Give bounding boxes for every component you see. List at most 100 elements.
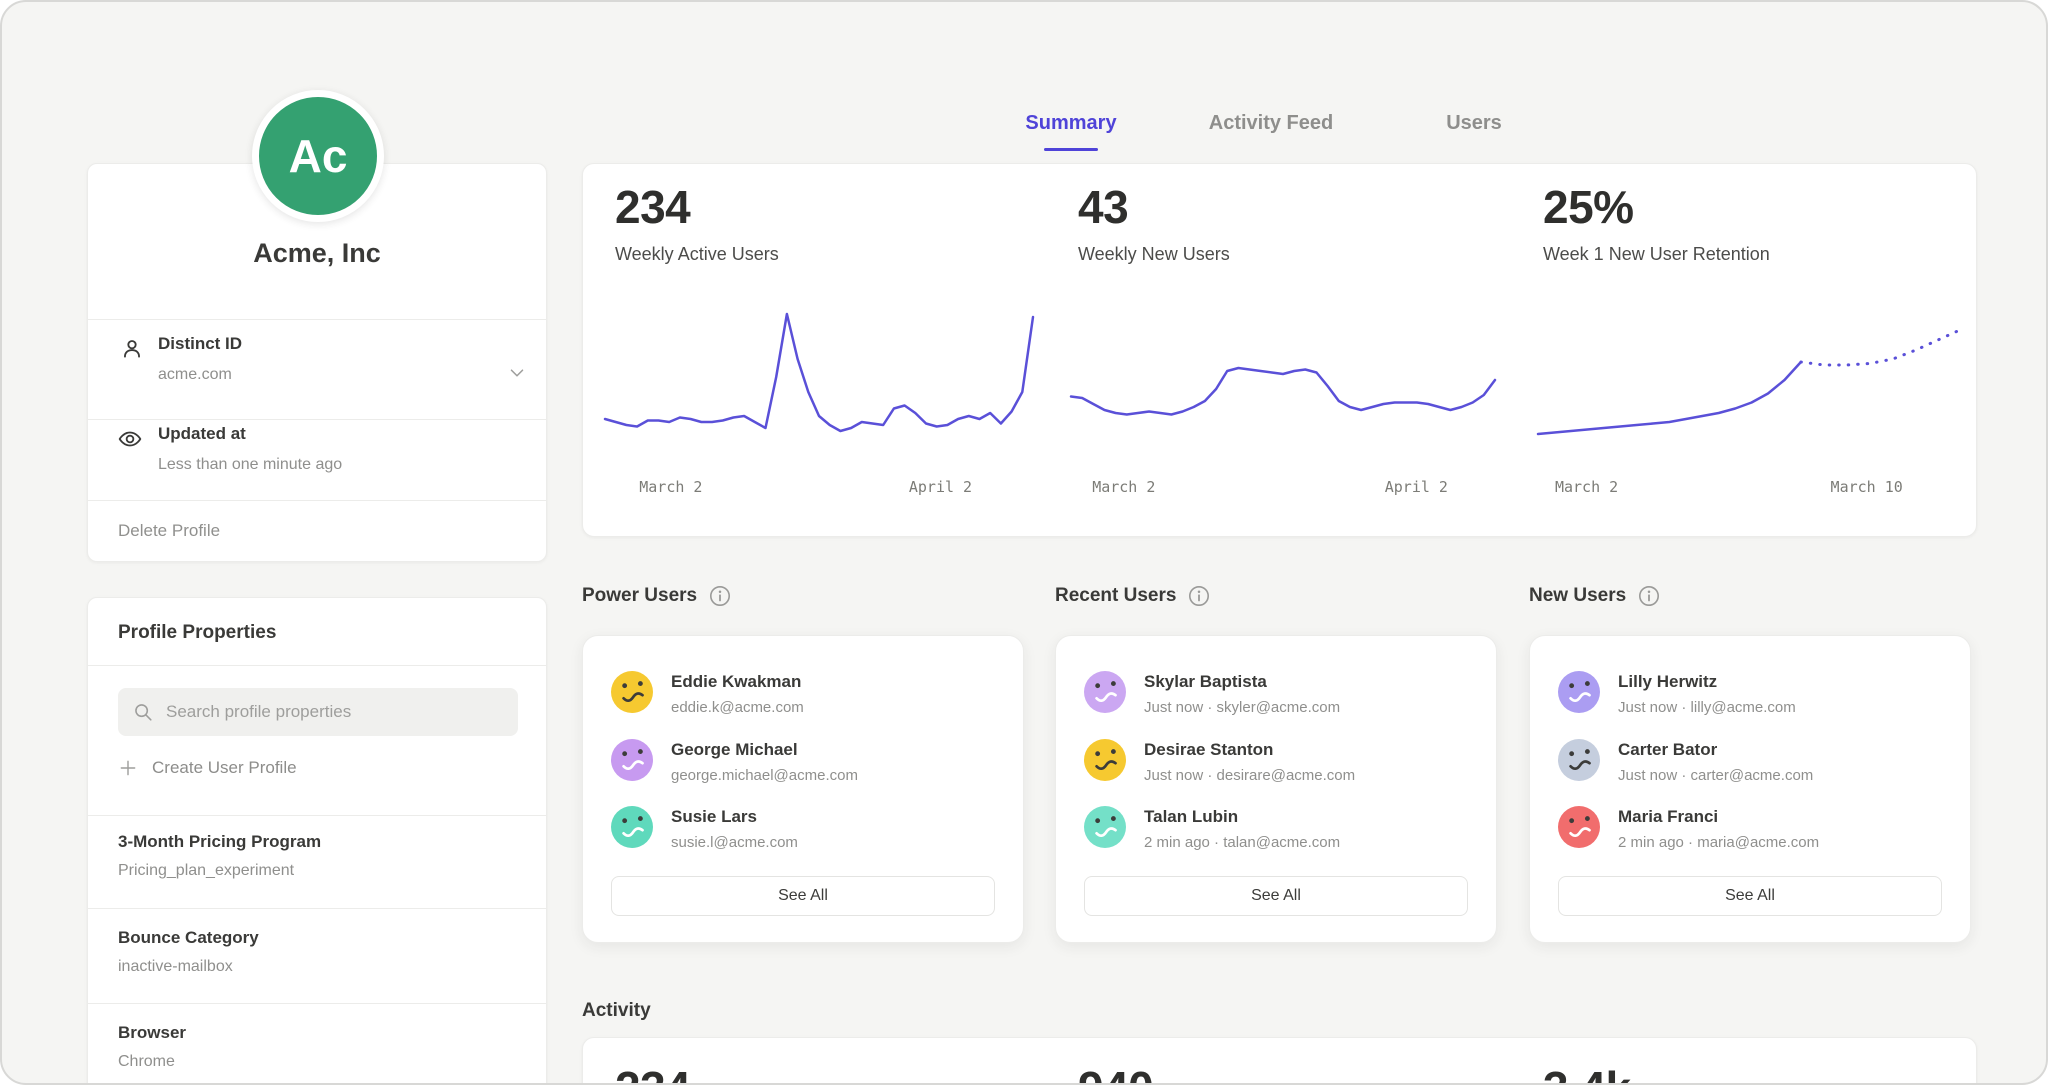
stat-weekly-active-users-label: Weekly Active Users [615, 244, 779, 265]
see-all-button[interactable]: See All [1084, 876, 1468, 916]
avatar [611, 806, 653, 848]
user-name: Eddie Kwakman [671, 672, 801, 692]
person-icon [119, 336, 145, 362]
x-tick: April 2 [1385, 478, 1448, 496]
face-icon [1558, 806, 1600, 848]
summary-card: 234 Weekly Active Users 43 Weekly New Us… [582, 163, 1977, 537]
stat-weekly-new-users-value: 43 [1078, 180, 1128, 234]
company-avatar: Ac [252, 90, 384, 222]
divider [88, 1003, 546, 1004]
activity-stat-value: 234 [615, 1061, 690, 1085]
list-item[interactable]: George Michael george.michael@acme.com [611, 739, 995, 785]
activity-header: Activity [582, 1000, 651, 1022]
list-item[interactable]: Carter Bator Just now · carter@acme.com [1558, 739, 1942, 785]
recent-users-header: Recent Users [1055, 585, 1210, 607]
line-chart [605, 306, 1033, 468]
user-subtitle: Just now · desirare@acme.com [1144, 767, 1355, 784]
user-name: Carter Bator [1618, 740, 1717, 760]
info-icon[interactable] [1638, 585, 1660, 607]
avatar [611, 671, 653, 713]
list-item[interactable]: Susie Lars susie.l@acme.com [611, 806, 995, 852]
property-name: Bounce Category [118, 928, 259, 948]
search-input[interactable] [164, 701, 504, 723]
property-name: 3-Month Pricing Program [118, 832, 321, 852]
stat-retention-label: Week 1 New User Retention [1543, 244, 1770, 265]
info-icon[interactable] [709, 585, 731, 607]
face-icon [1084, 739, 1126, 781]
stat-retention-value: 25% [1543, 180, 1634, 234]
list-item[interactable]: Lilly Herwitz Just now · lilly@acme.com [1558, 671, 1942, 717]
new-users-title: New Users [1529, 585, 1626, 607]
divider [88, 815, 546, 816]
company-name: Acme, Inc [88, 238, 546, 269]
avatar [1558, 739, 1600, 781]
user-subtitle: 2 min ago · talan@acme.com [1144, 834, 1340, 851]
list-item[interactable]: Desirae Stanton Just now · desirare@acme… [1084, 739, 1468, 785]
updated-at-value: Less than one minute ago [158, 456, 342, 474]
user-subtitle: Just now · lilly@acme.com [1618, 699, 1796, 716]
avatar [1558, 806, 1600, 848]
delete-profile-button[interactable]: Delete Profile [118, 521, 220, 541]
user-subtitle: Just now · skyler@acme.com [1144, 699, 1340, 716]
new-users-card: Lilly Herwitz Just now · lilly@acme.com … [1529, 635, 1971, 943]
weekly-new-users-chart: March 2 April 2 [1071, 306, 1495, 506]
user-subtitle: 2 min ago · maria@acme.com [1618, 834, 1819, 851]
search-profile-properties[interactable] [118, 688, 518, 736]
list-item[interactable]: Talan Lubin 2 min ago · talan@acme.com [1084, 806, 1468, 852]
divider [88, 908, 546, 909]
see-all-button[interactable]: See All [1558, 876, 1942, 916]
avatar [1084, 806, 1126, 848]
updated-at-label: Updated at [158, 424, 246, 444]
line-chart [1071, 306, 1495, 468]
activity-stat-value: 940 [1078, 1061, 1153, 1085]
face-icon [611, 806, 653, 848]
power-users-title: Power Users [582, 585, 697, 607]
app-window: Ac Acme, Inc Distinct ID acme.com Update… [0, 0, 2048, 1085]
eye-icon [117, 426, 143, 452]
chevron-down-icon[interactable] [506, 362, 528, 384]
x-tick: March 2 [1092, 478, 1155, 496]
divider [88, 500, 546, 501]
create-user-profile-button[interactable]: Create User Profile [118, 758, 297, 778]
face-icon [611, 739, 653, 781]
face-icon [611, 671, 653, 713]
create-user-profile-label: Create User Profile [152, 758, 297, 778]
user-subtitle: Just now · carter@acme.com [1618, 767, 1813, 784]
divider [88, 319, 546, 320]
divider [88, 419, 546, 420]
distinct-id-value: acme.com [158, 366, 232, 384]
user-name: Lilly Herwitz [1618, 672, 1717, 692]
property-value: Pricing_plan_experiment [118, 862, 294, 880]
retention-chart: March 2 March 10 [1538, 306, 1962, 506]
x-tick: March 2 [639, 478, 702, 496]
distinct-id-label: Distinct ID [158, 334, 242, 354]
profile-card: Acme, Inc Distinct ID acme.com Updated a… [87, 163, 547, 562]
user-name: George Michael [671, 740, 798, 760]
stat-weekly-active-users-value: 234 [615, 180, 690, 234]
avatar [1084, 671, 1126, 713]
tab-users[interactable]: Users [1446, 112, 1502, 135]
info-icon[interactable] [1188, 585, 1210, 607]
see-all-button[interactable]: See All [611, 876, 995, 916]
list-item[interactable]: Eddie Kwakman eddie.k@acme.com [611, 671, 995, 717]
x-tick: March 2 [1555, 478, 1618, 496]
tab-activity-feed[interactable]: Activity Feed [1209, 112, 1333, 135]
weekly-active-users-chart: March 2 April 2 [605, 306, 1033, 506]
line-chart [1538, 306, 1962, 468]
list-item[interactable]: Skylar Baptista Just now · skyler@acme.c… [1084, 671, 1468, 717]
user-name: Desirae Stanton [1144, 740, 1273, 760]
power-users-card: Eddie Kwakman eddie.k@acme.com George Mi… [582, 635, 1024, 943]
x-tick: March 10 [1831, 478, 1903, 496]
property-name: Browser [118, 1023, 186, 1043]
divider [88, 665, 546, 666]
tab-summary[interactable]: Summary [1025, 112, 1116, 135]
user-name: Maria Franci [1618, 807, 1718, 827]
activity-stat-value: 3.4k [1543, 1061, 1631, 1085]
list-item[interactable]: Maria Franci 2 min ago · maria@acme.com [1558, 806, 1942, 852]
face-icon [1558, 671, 1600, 713]
property-value: Chrome [118, 1053, 175, 1071]
recent-users-card: Skylar Baptista Just now · skyler@acme.c… [1055, 635, 1497, 943]
profile-properties-title: Profile Properties [118, 622, 276, 644]
avatar [611, 739, 653, 781]
user-subtitle: george.michael@acme.com [671, 767, 858, 784]
